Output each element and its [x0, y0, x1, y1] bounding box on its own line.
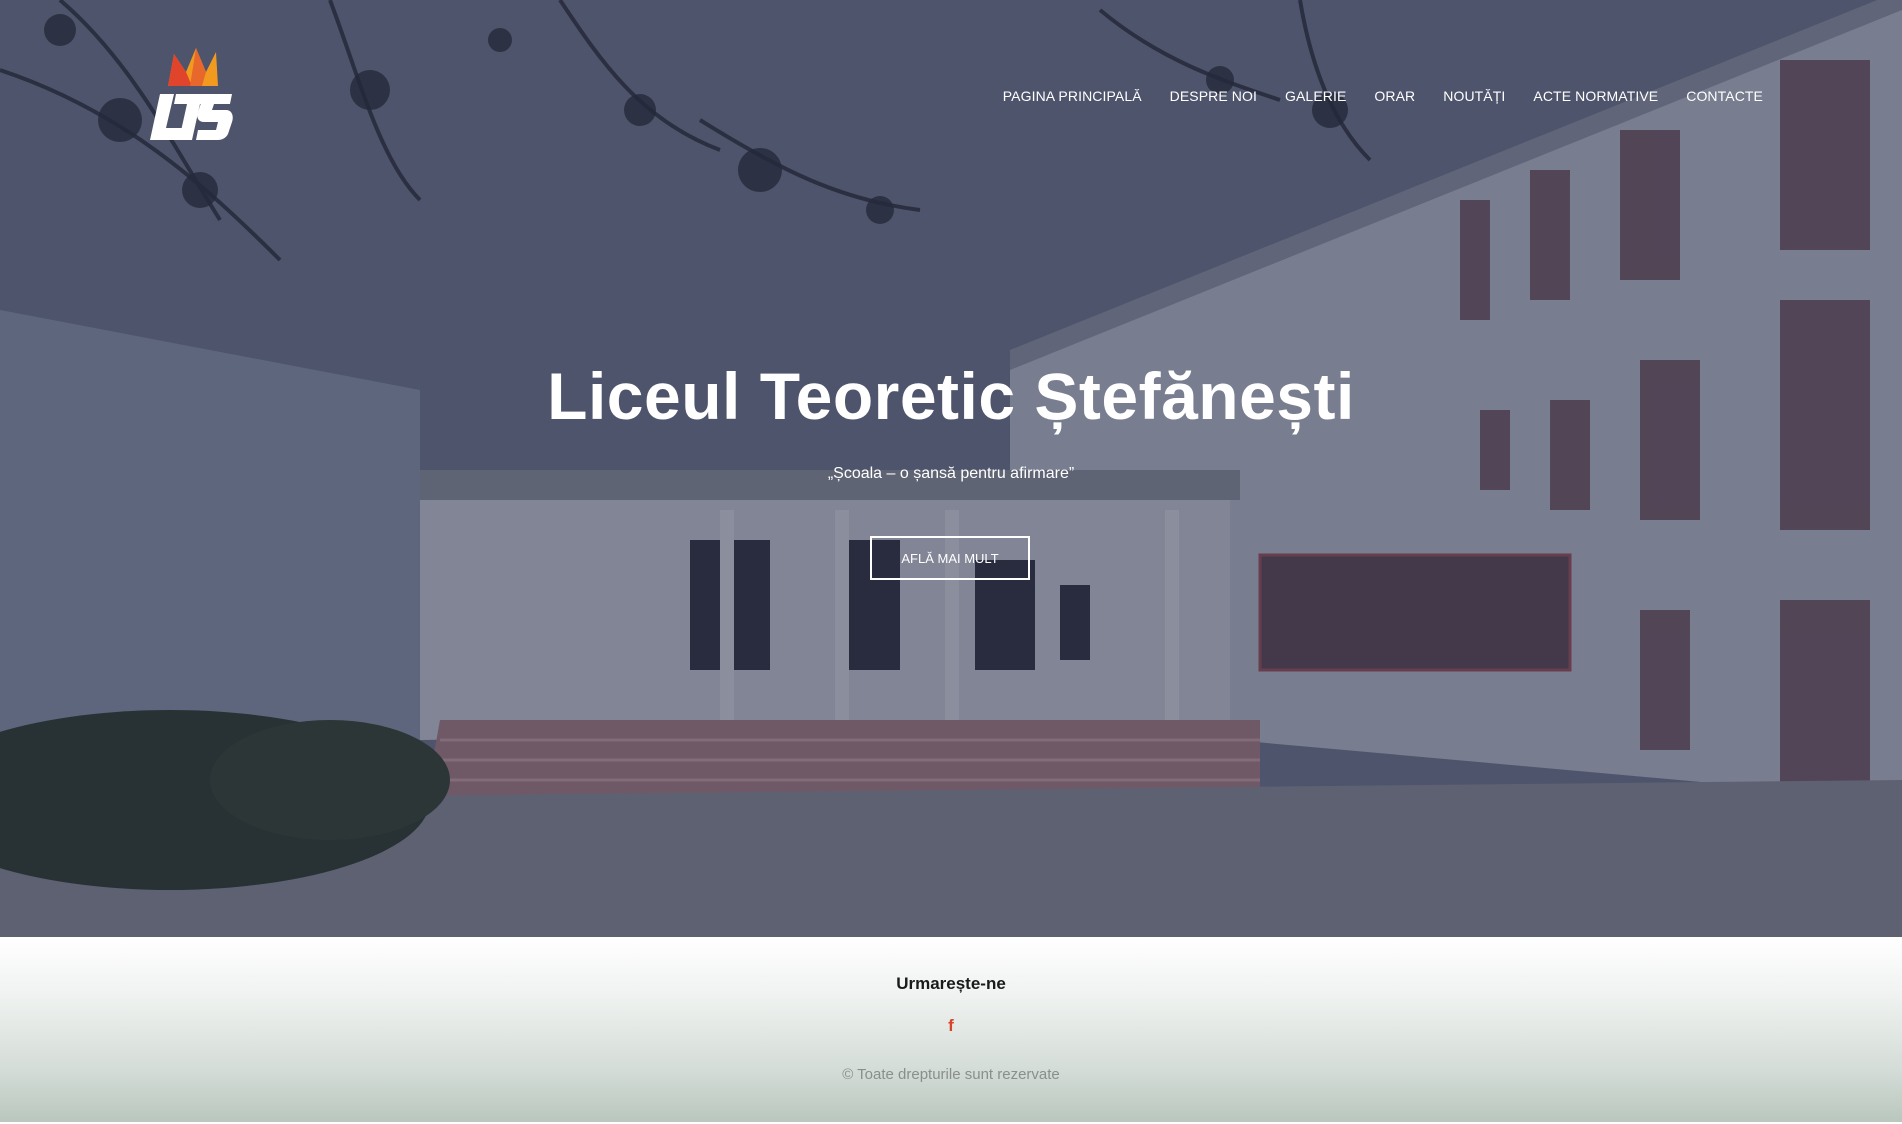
nav-item-contacts[interactable]: CONTACTE: [1672, 88, 1777, 104]
nav-item-regulations[interactable]: ACTE NORMATIVE: [1519, 88, 1672, 104]
hero-tagline: „Școala – o șansă pentru afirmare”: [827, 465, 1075, 482]
hero-section: PAGINA PRINCIPALĂ DESPRE NOI GALERIE ORA…: [0, 0, 1902, 937]
nav-item-news[interactable]: NOUTĂȚI: [1429, 88, 1519, 104]
follow-us-heading: Urmarește-ne: [896, 974, 1006, 993]
main-navigation: PAGINA PRINCIPALĂ DESPRE NOI GALERIE ORA…: [989, 88, 1777, 104]
nav-item-about[interactable]: DESPRE NOI: [1156, 88, 1271, 104]
nav-item-schedule[interactable]: ORAR: [1360, 88, 1429, 104]
hero-title: Liceul Teoretic Ștefănești: [547, 359, 1355, 433]
nav-item-home[interactable]: PAGINA PRINCIPALĂ: [989, 88, 1156, 104]
logo-icon: [150, 48, 233, 140]
facebook-icon[interactable]: f: [944, 1017, 958, 1035]
page: PAGINA PRINCIPALĂ DESPRE NOI GALERIE ORA…: [0, 0, 1902, 1124]
learn-more-button[interactable]: AFLĂ MAI MULT: [870, 536, 1030, 580]
nav-item-gallery[interactable]: GALERIE: [1271, 88, 1360, 104]
copyright-text: © Toate drepturile sunt rezervate: [842, 1066, 1060, 1083]
site-logo[interactable]: [140, 42, 236, 146]
footer: Urmarește-ne f © Toate drepturile sunt r…: [0, 937, 1902, 1124]
